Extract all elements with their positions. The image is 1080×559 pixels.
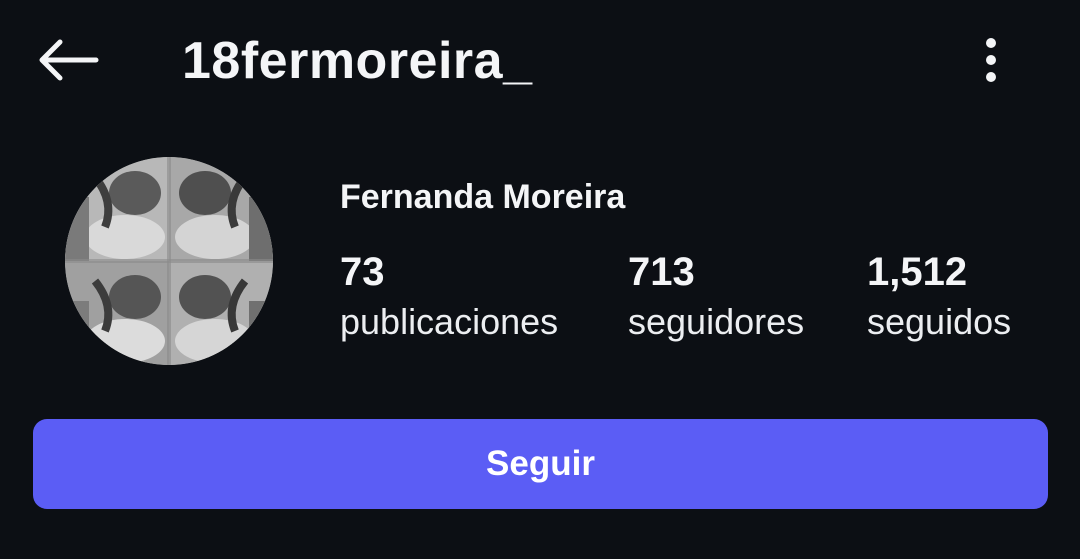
avatar[interactable]	[65, 157, 273, 365]
posts-count: 73	[340, 250, 385, 294]
following-label: seguidos	[867, 301, 1012, 342]
display-name: Fernanda Moreira	[340, 178, 626, 216]
profile-avatar	[65, 157, 273, 365]
followers-label: seguidores	[628, 301, 805, 342]
arrow-left-icon	[39, 39, 99, 81]
profile-username: 18fermoreira_	[182, 32, 533, 90]
profile-screen: 18fermoreira_ Fernanda Moreira 73 public…	[0, 0, 1080, 559]
following-count: 1,512	[867, 250, 968, 294]
more-vertical-icon	[986, 38, 996, 82]
stat-followers[interactable]: 713 seguidores	[628, 248, 804, 348]
stat-following[interactable]: 1,512 seguidos	[867, 248, 1011, 348]
stat-posts[interactable]: 73 publicaciones	[340, 248, 558, 348]
more-options-button[interactable]	[966, 28, 1016, 92]
posts-label: publicaciones	[340, 301, 559, 342]
back-button[interactable]	[30, 28, 106, 92]
top-bar: 18fermoreira_	[0, 0, 1080, 125]
followers-count: 713	[628, 250, 695, 294]
follow-button[interactable]: Seguir	[33, 419, 1048, 509]
